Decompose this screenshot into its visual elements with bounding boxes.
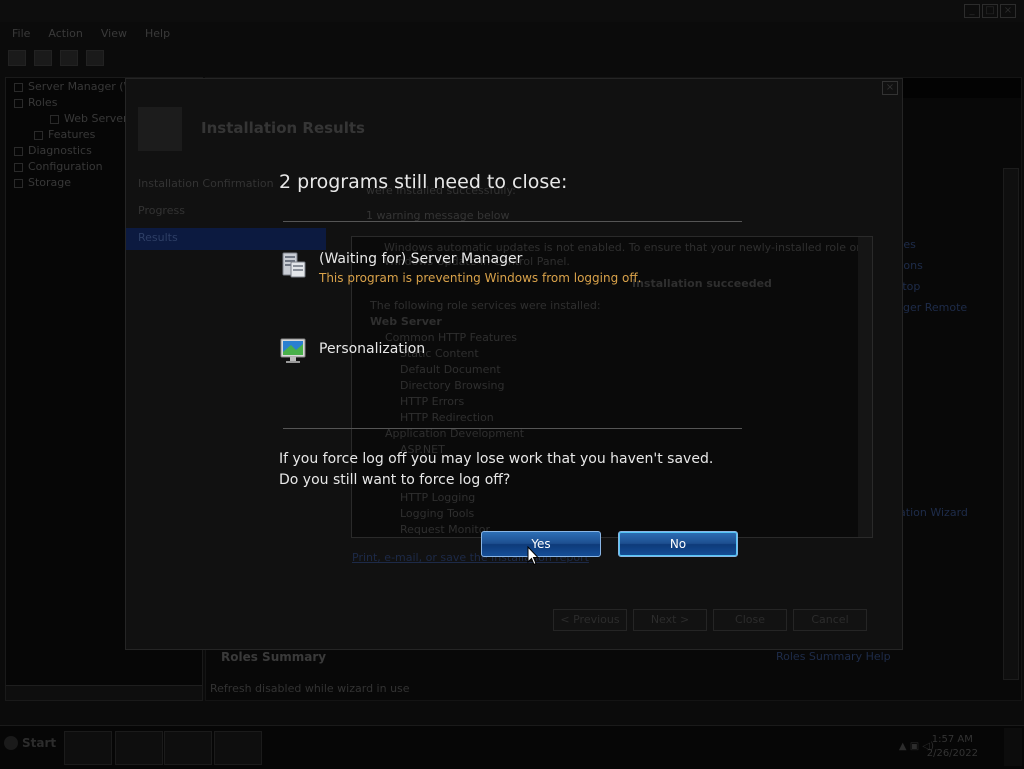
- program-name: Personalization: [319, 341, 426, 357]
- warning-line: Do you still want to force log off?: [279, 472, 511, 488]
- mouse-cursor-icon: [527, 546, 539, 566]
- yes-button[interactable]: Yes: [481, 531, 601, 557]
- program-name: (Waiting for) Server Manager: [319, 251, 523, 267]
- program-item: Personalization: [279, 336, 425, 366]
- server-manager-icon: [282, 252, 306, 278]
- divider: [283, 428, 742, 429]
- force-logoff-dialog: 2 programs still need to close: (Waiting…: [0, 0, 1024, 768]
- program-item: (Waiting for) Server Manager This progra…: [279, 250, 641, 285]
- personalization-icon: [280, 338, 306, 363]
- dialog-heading: 2 programs still need to close:: [279, 171, 568, 193]
- warning-line: If you force log off you may lose work t…: [279, 451, 714, 467]
- program-detail: This program is preventing Windows from …: [319, 271, 642, 285]
- force-logoff-warning: If you force log off you may lose work t…: [279, 449, 713, 491]
- no-button[interactable]: No: [618, 531, 738, 557]
- divider: [283, 221, 742, 222]
